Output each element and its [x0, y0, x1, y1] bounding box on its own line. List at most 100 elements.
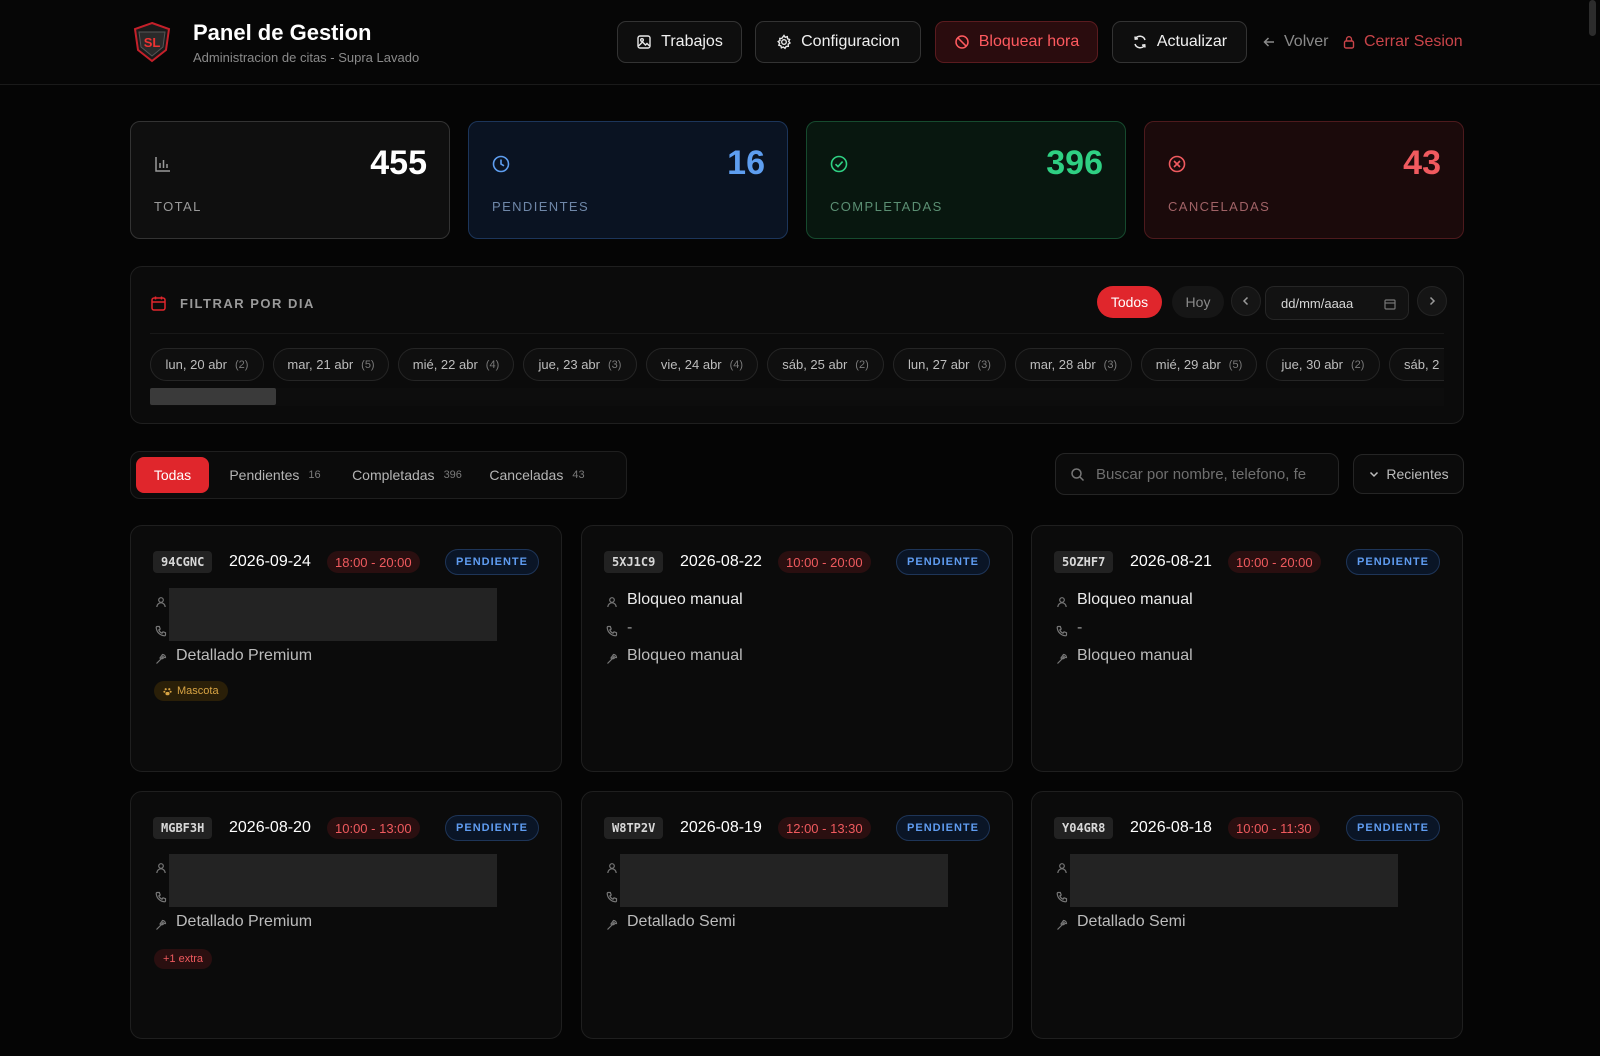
cerrar-sesion-link[interactable]: Cerrar Sesion [1342, 31, 1463, 53]
stat-total-value: 455 [370, 144, 427, 182]
check-circle-icon [829, 154, 849, 174]
filter-todos-button[interactable]: Todos [1097, 286, 1162, 318]
appointment-service: Detallado Semi [627, 913, 736, 930]
gear-icon [776, 34, 792, 50]
actualizar-label: Actualizar [1156, 33, 1228, 50]
status-badge: PENDIENTE [1346, 815, 1440, 841]
appointment-time: 10:00 - 11:30 [1228, 817, 1320, 839]
search-icon [1070, 467, 1085, 482]
user-icon [1056, 862, 1068, 874]
filter-divider [150, 333, 1444, 334]
configuracion-button[interactable]: Configuracion [755, 21, 921, 63]
user-icon [606, 862, 618, 874]
tab-canceladas[interactable]: Canceladas 43 [481, 457, 593, 493]
sort-dropdown[interactable]: Recientes [1353, 454, 1464, 494]
redacted-contact [169, 588, 497, 641]
day-chip[interactable]: sáb, 2 [1389, 348, 1444, 381]
date-input[interactable]: dd/mm/aaaa [1265, 286, 1409, 320]
lock-icon [1342, 35, 1356, 49]
tab-completadas[interactable]: Completadas 396 [341, 457, 473, 493]
phone-icon [1056, 891, 1068, 903]
prev-day-button[interactable] [1231, 286, 1261, 316]
appointment-card[interactable]: 5OZHF7 2026-08-21 10:00 - 20:00 PENDIENT… [1031, 525, 1463, 772]
phone-icon [155, 891, 167, 903]
day-chip-label: lun, 27 abr [908, 357, 970, 372]
redacted-contact [620, 854, 948, 907]
appointment-service: Detallado Premium [176, 913, 313, 930]
calendar-picker-icon[interactable] [1384, 298, 1396, 310]
tab-completadas-count: 396 [443, 469, 462, 481]
appointment-code: 5OZHF7 [1054, 551, 1114, 573]
day-chip-count: (3) [607, 358, 622, 371]
redacted-contact [169, 854, 497, 907]
appointment-service: Detallado Semi [1077, 913, 1186, 930]
filter-hoy-button[interactable]: Hoy [1172, 286, 1224, 318]
volver-label: Volver [1284, 33, 1329, 50]
stat-total-label: TOTAL [154, 199, 202, 214]
day-chip[interactable]: mié, 29 abr (5) [1141, 348, 1257, 381]
appointment-card[interactable]: 5XJ1C9 2026-08-22 10:00 - 20:00 PENDIENT… [581, 525, 1013, 772]
tab-todas[interactable]: Todas [136, 457, 209, 493]
day-strip-scroll-track[interactable] [150, 388, 1444, 406]
appointment-card[interactable]: Y04GR8 2026-08-18 10:00 - 11:30 PENDIENT… [1031, 791, 1463, 1039]
appointment-date: 2026-08-18 [1130, 819, 1212, 836]
day-chip[interactable]: jue, 23 abr (3) [523, 348, 637, 381]
trabajos-button[interactable]: Trabajos [617, 21, 742, 63]
day-chip[interactable]: jue, 30 abr (2) [1266, 348, 1380, 381]
appointment-code: 94CGNC [153, 551, 213, 573]
appointment-date: 2026-09-24 [229, 553, 311, 570]
tab-pendientes-label: Pendientes [229, 467, 300, 483]
mascota-tag-label: Mascota [177, 685, 219, 697]
appointment-card[interactable]: MGBF3H 2026-08-20 10:00 - 13:00 PENDIENT… [130, 791, 562, 1039]
day-chips-strip[interactable]: lun, 20 abr (2) mar, 21 abr (5) mié, 22 ab… [150, 348, 1444, 382]
phone-icon [1056, 625, 1068, 637]
search-placeholder: Buscar por nombre, telefono, fe [1096, 466, 1307, 483]
chevron-right-icon [1426, 295, 1438, 307]
day-chip[interactable]: mié, 22 abr (4) [398, 348, 514, 381]
mascota-tag: Mascota [154, 681, 228, 701]
clock-icon [491, 154, 511, 174]
appointment-code: Y04GR8 [1054, 817, 1114, 839]
search-input[interactable]: Buscar por nombre, telefono, fe [1055, 453, 1339, 495]
day-chip-count: (5) [1228, 358, 1243, 371]
sort-label: Recientes [1386, 466, 1449, 482]
day-strip-scroll-thumb[interactable] [150, 388, 276, 405]
stat-card-completadas: 396 COMPLETADAS [806, 121, 1126, 239]
tab-todas-label: Todas [153, 467, 192, 483]
stat-canceladas-value: 43 [1403, 144, 1441, 182]
appointment-client-name: Bloqueo manual [627, 591, 743, 608]
stat-completadas-value: 396 [1046, 144, 1103, 182]
day-chip[interactable]: mar, 21 abr (5) [273, 348, 389, 381]
day-chip-count: (4) [729, 358, 744, 371]
appointment-card[interactable]: W8TP2V 2026-08-19 12:00 - 13:30 PENDIENT… [581, 791, 1013, 1039]
stat-card-total: 455 TOTAL [130, 121, 450, 239]
bloquear-hora-button[interactable]: Bloquear hora [935, 21, 1098, 63]
day-chip-count: (4) [485, 358, 500, 371]
volver-link[interactable]: Volver [1262, 31, 1328, 53]
day-chip-count: (2) [234, 358, 249, 371]
page-scrollbar[interactable] [1589, 0, 1596, 36]
day-chip[interactable]: lun, 27 abr (3) [893, 348, 1006, 381]
tab-pendientes[interactable]: Pendientes 16 [217, 457, 333, 493]
appointment-date: 2026-08-22 [680, 553, 762, 570]
stat-card-canceladas: 43 CANCELADAS [1144, 121, 1464, 239]
stat-completadas-label: COMPLETADAS [830, 199, 943, 214]
stat-card-pendientes: 16 PENDIENTES [468, 121, 788, 239]
appointment-card[interactable]: 94CGNC 2026-09-24 18:00 - 20:00 PENDIENT… [130, 525, 562, 772]
next-day-button[interactable] [1417, 286, 1447, 316]
day-chip-label: mié, 22 abr [412, 357, 478, 372]
tab-completadas-label: Completadas [352, 467, 435, 483]
page-subtitle: Administracion de citas - Supra Lavado [193, 50, 420, 65]
tab-pendientes-count: 16 [308, 469, 321, 481]
user-icon [155, 862, 167, 874]
day-chip[interactable]: lun, 20 abr (2) [150, 348, 264, 381]
actualizar-button[interactable]: Actualizar [1112, 21, 1247, 63]
day-chip[interactable]: vie, 24 abr (4) [646, 348, 758, 381]
appointment-service: Bloqueo manual [1077, 647, 1193, 664]
wrench-icon [606, 653, 618, 665]
page-title: Panel de Gestion [193, 20, 372, 45]
tab-canceladas-label: Canceladas [489, 467, 564, 483]
svg-text:SL: SL [144, 35, 161, 50]
day-chip[interactable]: mar, 28 abr (3) [1015, 348, 1132, 381]
day-chip[interactable]: sáb, 25 abr (2) [767, 348, 884, 381]
